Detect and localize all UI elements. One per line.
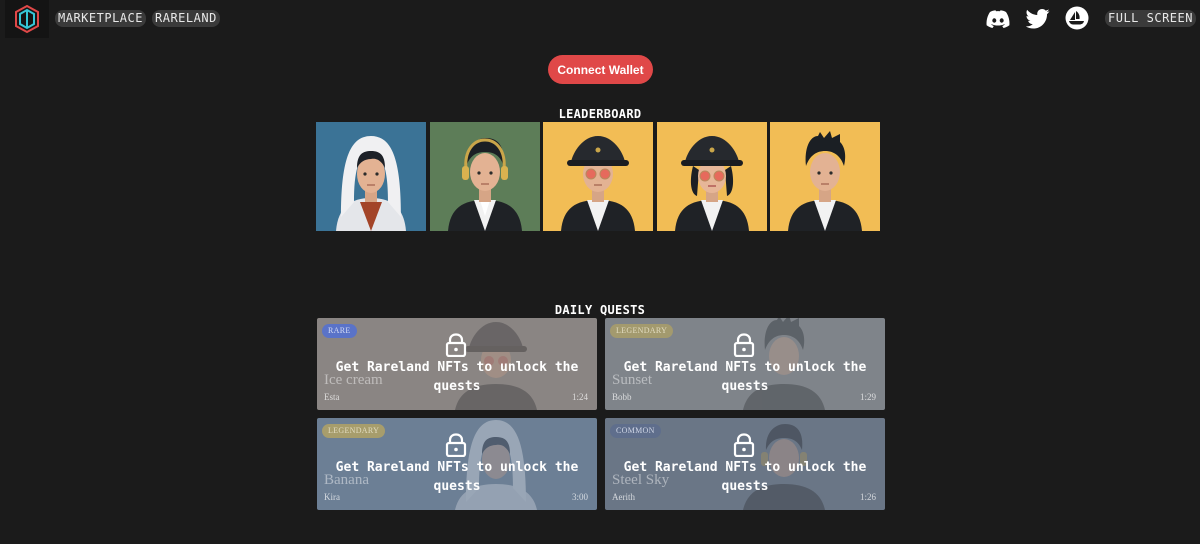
leaderboard-avatar-3[interactable] <box>543 122 653 231</box>
rarity-badge: RARE <box>322 324 357 338</box>
quest-card[interactable]: RARE Ice cream Esta 1:24 Get Rareland NF… <box>317 318 597 410</box>
logo-icon <box>15 4 39 34</box>
quest-lock-message: Get Rareland NFTs to unlock the quests <box>335 360 579 394</box>
quest-card[interactable]: LEGENDARY Sunset Bobb 1:29 Get Rareland … <box>605 318 885 410</box>
leaderboard-title: LEADERBOARD <box>558 107 642 121</box>
quest-lock-message: Get Rareland NFTs to unlock the quests <box>623 460 867 494</box>
rarity-badge: COMMON <box>610 424 661 438</box>
opensea-icon[interactable] <box>1065 6 1089 30</box>
leaderboard-avatar-1[interactable] <box>316 122 426 231</box>
discord-icon[interactable] <box>986 8 1010 30</box>
twitter-icon[interactable] <box>1026 8 1050 30</box>
nav-rareland[interactable]: RARELAND <box>152 10 220 27</box>
fullscreen-button[interactable]: FULL SCREEN <box>1105 10 1196 27</box>
lock-icon <box>445 433 467 457</box>
daily-quests-title: DAILY QUESTS <box>554 303 646 317</box>
leaderboard-avatar-5[interactable] <box>770 122 880 231</box>
quest-lock-message: Get Rareland NFTs to unlock the quests <box>335 460 579 494</box>
lock-icon <box>445 333 467 357</box>
nav-marketplace[interactable]: MARKETPLACE <box>55 10 146 27</box>
quest-card[interactable]: COMMON Steel Sky Aerith 1:26 Get Rarelan… <box>605 418 885 510</box>
leaderboard-avatar-2[interactable] <box>429 122 540 231</box>
rarity-badge: LEGENDARY <box>610 324 674 338</box>
lock-icon <box>733 433 755 457</box>
app-logo[interactable] <box>5 0 49 38</box>
rarity-badge: LEGENDARY <box>322 424 386 438</box>
quest-card[interactable]: LEGENDARY Banana Kira 3:00 Get Rareland … <box>317 418 597 510</box>
quest-lock-message: Get Rareland NFTs to unlock the quests <box>623 360 867 394</box>
connect-wallet-button[interactable]: Connect Wallet <box>548 55 653 84</box>
leaderboard-row <box>316 122 880 231</box>
leaderboard-avatar-4[interactable] <box>656 122 767 231</box>
lock-icon <box>733 333 755 357</box>
